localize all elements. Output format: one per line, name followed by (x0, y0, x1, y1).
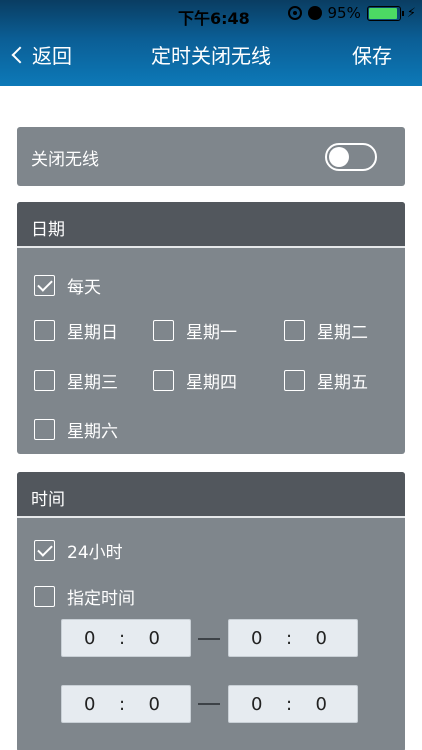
time-separator: : (285, 627, 293, 649)
checkbox-icon (153, 320, 174, 341)
charging-icon: ⚡ (406, 5, 416, 21)
checkbox-label: 星期五 (317, 373, 368, 393)
time-header: 时间 (17, 472, 405, 518)
minute-value: 0 (315, 627, 327, 649)
checkbox-icon (34, 320, 55, 341)
checkbox-label: 星期二 (317, 323, 368, 343)
checkbox-wednesday[interactable]: 星期三 (34, 368, 118, 393)
checkbox-icon (153, 370, 174, 391)
date-header: 日期 (17, 202, 405, 248)
toggle-knob (329, 147, 349, 167)
time-separator: : (285, 693, 293, 715)
range-dash (198, 638, 220, 640)
checkbox-tuesday[interactable]: 星期二 (284, 318, 368, 343)
checkbox-friday[interactable]: 星期五 (284, 368, 368, 393)
checkbox-saturday[interactable]: 星期六 (34, 417, 118, 442)
minute-value: 0 (148, 627, 160, 649)
minute-value: 0 (148, 693, 160, 715)
wifi-off-label: 关闭无线 (31, 150, 99, 170)
time-end-2[interactable]: 0 : 0 (228, 685, 358, 723)
checkbox-sunday[interactable]: 星期日 (34, 318, 118, 343)
checkbox-icon (34, 540, 55, 561)
checkbox-label: 每天 (67, 278, 101, 298)
alarm-icon (307, 6, 322, 20)
hour-value: 0 (251, 693, 263, 715)
battery-fill (368, 7, 398, 19)
checkbox-label: 星期六 (67, 422, 118, 442)
checkbox-24-hours[interactable]: 24小时 (34, 538, 123, 563)
time-start-2[interactable]: 0 : 0 (61, 685, 191, 723)
battery-icon (366, 5, 404, 21)
status-icons: 95% ⚡ (287, 4, 416, 22)
wifi-off-toggle[interactable] (325, 143, 377, 171)
checkbox-label: 指定时间 (67, 589, 135, 609)
date-card: 日期 每天 星期日 星期一 星期二 星期三 星期四 星期五 星期六 (17, 202, 405, 454)
time-card: 时间 24小时 指定时间 0 : 0 0 : 0 0 : 0 0 : 0 (17, 472, 405, 750)
range-dash (198, 703, 220, 705)
time-end-1[interactable]: 0 : 0 (228, 619, 358, 657)
time-separator: : (118, 627, 126, 649)
checkbox-icon (284, 320, 305, 341)
rotation-lock-icon (287, 6, 302, 20)
hour-value: 0 (84, 693, 96, 715)
nav-bar: 返回 定时关闭无线 保存 (0, 28, 422, 82)
checkbox-everyday[interactable]: 每天 (34, 273, 101, 298)
save-button[interactable]: 保存 (352, 40, 392, 69)
checkbox-icon (34, 419, 55, 440)
wifi-off-card: 关闭无线 (17, 127, 405, 186)
hour-value: 0 (251, 627, 263, 649)
checkbox-monday[interactable]: 星期一 (153, 318, 237, 343)
checkbox-label: 星期四 (186, 373, 237, 393)
checkbox-icon (34, 586, 55, 607)
battery-percent: 95% (327, 4, 361, 22)
checkbox-icon (34, 370, 55, 391)
checkbox-label: 星期三 (67, 373, 118, 393)
top-bar: 下午6:48 95% ⚡ 返回 定时关闭无线 保存 (0, 0, 422, 86)
time-start-1[interactable]: 0 : 0 (61, 619, 191, 657)
status-time: 下午6:48 (178, 9, 250, 28)
checkbox-label: 星期日 (67, 323, 118, 343)
checkbox-icon (34, 275, 55, 296)
minute-value: 0 (315, 693, 327, 715)
hour-value: 0 (84, 627, 96, 649)
checkbox-label: 24小时 (67, 543, 123, 563)
checkbox-thursday[interactable]: 星期四 (153, 368, 237, 393)
time-separator: : (118, 693, 126, 715)
status-bar: 下午6:48 95% ⚡ (0, 0, 422, 28)
checkbox-label: 星期一 (186, 323, 237, 343)
checkbox-icon (284, 370, 305, 391)
checkbox-specified-time[interactable]: 指定时间 (34, 584, 135, 609)
